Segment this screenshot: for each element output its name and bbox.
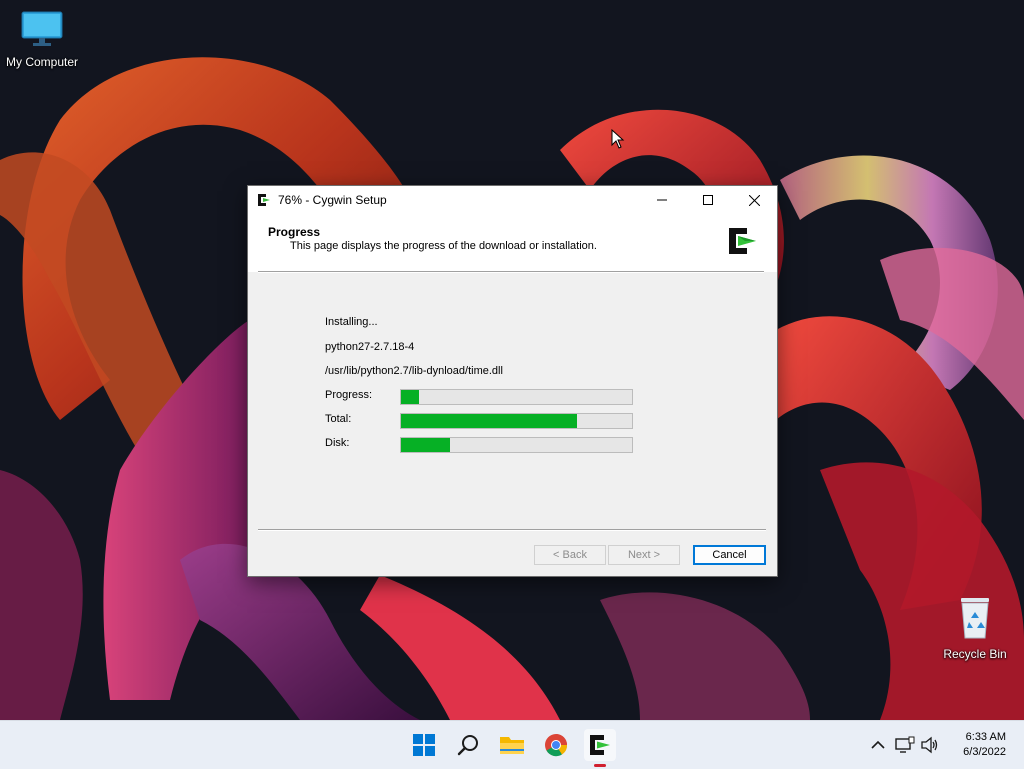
maximize-icon <box>703 195 713 205</box>
current-file-path: /usr/lib/python2.7/lib-dynload/time.dll <box>325 365 503 377</box>
recycle-bin-desktop-icon[interactable]: Recycle Bin <box>933 596 1017 661</box>
my-computer-desktop-icon[interactable]: My Computer <box>0 10 84 69</box>
footer-separator <box>258 529 766 531</box>
chrome-icon <box>545 734 568 757</box>
system-tray <box>868 721 940 769</box>
close-button[interactable] <box>731 186 777 214</box>
total-progress-bar-fill <box>401 414 577 428</box>
file-explorer-button[interactable] <box>496 729 528 761</box>
chevron-up-icon[interactable] <box>868 735 888 755</box>
monitor-icon <box>21 11 63 46</box>
progress-bar-fill <box>401 390 420 404</box>
page-description: This page displays the progress of the d… <box>290 240 597 252</box>
total-label: Total: <box>325 413 352 425</box>
mouse-cursor-icon <box>611 129 625 149</box>
maximize-button[interactable] <box>685 186 731 214</box>
clock-date: 6/3/2022 <box>963 746 1006 758</box>
recycle-bin-label: Recycle Bin <box>943 647 1007 661</box>
progress-bar <box>400 389 633 405</box>
back-button[interactable]: < Back <box>534 545 606 565</box>
cygwin-app-icon <box>258 194 270 206</box>
file-explorer-icon <box>500 737 524 754</box>
disk-progress-bar-fill <box>401 438 450 452</box>
cancel-button[interactable]: Cancel <box>693 545 766 565</box>
chrome-button[interactable] <box>540 729 572 761</box>
network-icon[interactable] <box>894 735 916 755</box>
start-icon <box>413 734 435 756</box>
taskbar: 6:33 AM 6/3/2022 <box>0 720 1024 769</box>
cygwin-logo-icon <box>726 225 758 257</box>
status-text: Installing... <box>325 316 378 328</box>
cygwin-icon <box>590 735 610 755</box>
page-header: Progress This page displays the progress… <box>248 214 777 272</box>
minimize-icon <box>657 199 667 201</box>
minimize-button[interactable] <box>639 186 685 214</box>
start-button[interactable] <box>408 729 440 761</box>
cygwin-taskbar-button[interactable] <box>584 729 616 767</box>
recycle-bin-icon <box>961 598 989 639</box>
disk-label: Disk: <box>325 437 350 449</box>
window-title: 76% - Cygwin Setup <box>278 193 387 207</box>
active-app-indicator <box>594 764 606 767</box>
header-separator <box>258 271 764 273</box>
title-bar[interactable]: 76% - Cygwin Setup <box>248 186 777 214</box>
page-title: Progress <box>268 225 321 239</box>
close-icon <box>748 194 760 206</box>
search-button[interactable] <box>452 729 484 761</box>
next-button[interactable]: Next > <box>608 545 680 565</box>
volume-icon[interactable] <box>920 735 940 755</box>
search-icon <box>457 735 478 756</box>
disk-progress-bar <box>400 437 633 453</box>
total-progress-bar <box>400 413 633 429</box>
cygwin-setup-window: 76% - Cygwin Setup Progress This page di… <box>247 185 778 577</box>
progress-label: Progress: <box>325 389 373 401</box>
clock-time: 6:33 AM <box>965 731 1006 743</box>
package-name: python27-2.7.18-4 <box>325 341 415 353</box>
taskbar-clock[interactable]: 6:33 AM 6/3/2022 <box>963 730 1006 760</box>
my-computer-label: My Computer <box>5 55 79 69</box>
